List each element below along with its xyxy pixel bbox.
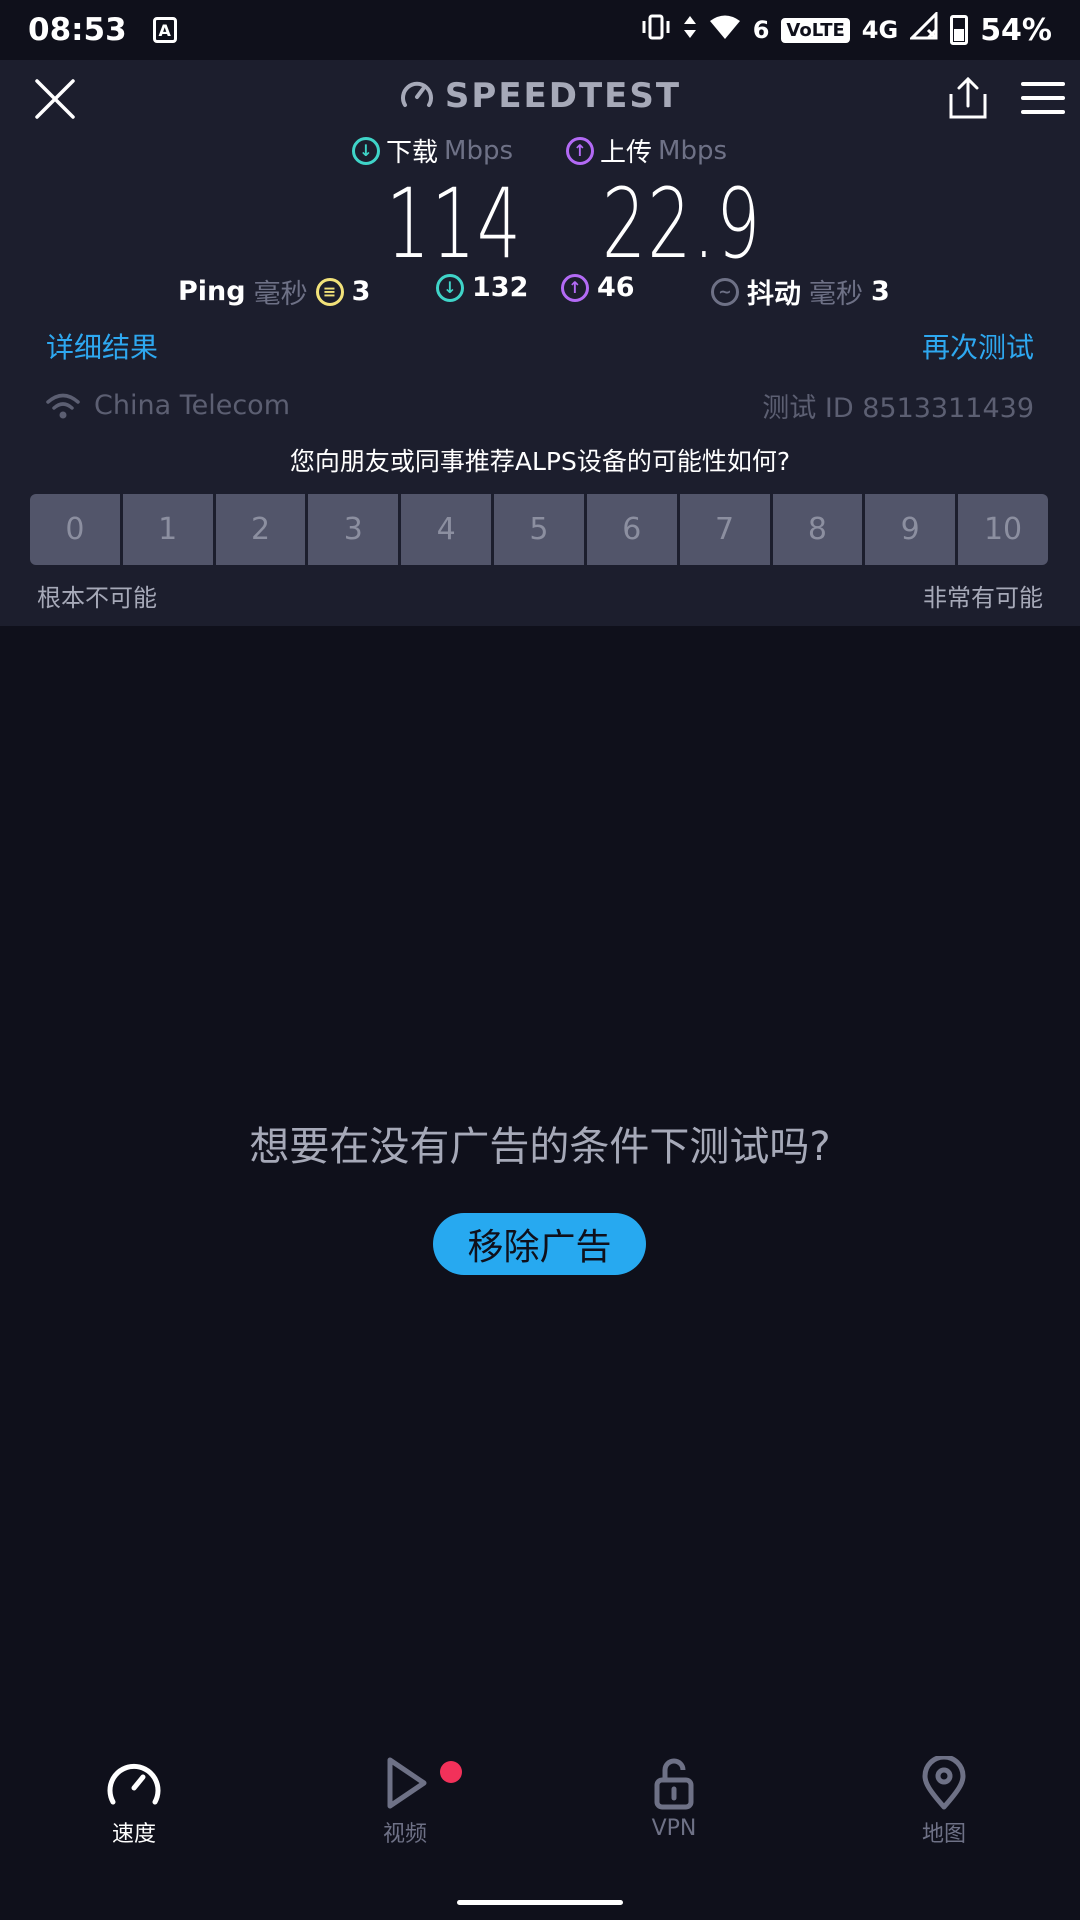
survey-question: 您向朋友或同事推荐ALPS设备的可能性如何? [289, 447, 791, 476]
connection-info: China Telecom 测试 ID 8513311439 [46, 386, 1034, 425]
signal-small-label: 6 [752, 16, 770, 44]
brand-text: SPEEDTEST [444, 76, 682, 116]
remove-ads-button[interactable]: 移除广告 [433, 1213, 646, 1275]
notification-a-icon: A [152, 17, 177, 43]
share-button[interactable] [948, 76, 988, 120]
nps-option-3[interactable]: 3 [308, 494, 399, 565]
result-panel: SPEEDTEST ↓ 下载 Mbps ↑ 上传 Mbps 114 22.9 P… [0, 60, 1080, 626]
volte-badge: VoLTE [781, 17, 850, 43]
jitter-stat: ~ 抖动 毫秒 3 [711, 272, 890, 311]
menu-icon [1021, 82, 1065, 86]
nps-option-8[interactable]: 8 [772, 494, 863, 565]
nps-option-2[interactable]: 2 [215, 494, 306, 565]
wifi-icon [709, 13, 741, 48]
upload-icon: ↑ [566, 136, 594, 165]
download-ping-stat: ↓ 132 [436, 272, 528, 303]
nps-option-0[interactable]: 0 [30, 494, 120, 565]
test-id: 测试 ID 8513311439 [762, 393, 1034, 424]
nav-speed[interactable]: 速度 [34, 1756, 234, 1848]
vibrate-icon [641, 13, 671, 48]
video-notification-badge [440, 1761, 462, 1783]
speedometer-icon [400, 81, 433, 107]
play-icon [387, 1757, 427, 1809]
download-icon: ↓ [436, 273, 464, 302]
cell-signal-icon [908, 10, 938, 48]
status-icons: 6 VoLTE 4G 54% [641, 10, 1052, 48]
upload-label: ↑ 上传 Mbps [566, 132, 727, 169]
speedometer-icon [107, 1763, 161, 1805]
upload-icon: ↑ [561, 273, 589, 302]
nps-high-label: 非常有可能 [923, 584, 1043, 612]
nps-low-label: 根本不可能 [37, 584, 157, 612]
nps-option-1[interactable]: 1 [122, 494, 213, 565]
home-indicator[interactable] [457, 1900, 623, 1905]
unlock-icon [654, 1758, 694, 1810]
bottom-nav: 速度 视频 VPN 地图 [0, 1756, 1080, 1886]
download-value: 114 [386, 168, 523, 280]
latency-stats: Ping 毫秒 ≡ 3 ↓ 132 ↑ 46 ~ 抖动 毫秒 3 [0, 272, 1080, 312]
ping-stat: Ping 毫秒 ≡ 3 [178, 276, 371, 310]
nav-speed-label: 速度 [111, 1822, 156, 1847]
download-label: ↓ 下载 Mbps [352, 132, 513, 169]
battery-icon [950, 15, 969, 45]
status-bar: 08:53 A 6 VoLTE 4G 54% [0, 0, 1080, 60]
nav-vpn-label: VPN [651, 1816, 697, 1841]
download-icon: ↓ [352, 136, 380, 165]
nav-vpn[interactable]: VPN [574, 1756, 774, 1841]
data-arrows-icon [683, 13, 697, 48]
map-pin-icon [922, 1756, 966, 1810]
nav-map[interactable]: 地图 [844, 1756, 1044, 1848]
upload-ping-stat: ↑ 46 [561, 272, 635, 303]
brand-title: SPEEDTEST [0, 76, 1080, 116]
jitter-icon: ~ [711, 277, 739, 306]
result-links: 详细结果 再次测试 [46, 326, 1034, 366]
details-link[interactable]: 详细结果 [46, 326, 158, 366]
nav-video[interactable]: 视频 [305, 1756, 505, 1848]
status-time: 08:53 [28, 12, 127, 48]
menu-button[interactable] [1021, 82, 1065, 114]
ping-icon: ≡ [315, 277, 344, 306]
nps-option-6[interactable]: 6 [586, 494, 677, 565]
nps-option-9[interactable]: 9 [865, 494, 956, 565]
share-icon [949, 76, 987, 119]
nps-scale: 0 1 2 3 4 5 6 7 8 9 10 [30, 494, 1048, 565]
nps-option-5[interactable]: 5 [494, 494, 584, 565]
nps-option-7[interactable]: 7 [679, 494, 770, 565]
isp-name: China Telecom [94, 390, 291, 421]
nav-video-label: 视频 [382, 1822, 427, 1847]
nps-option-4[interactable]: 4 [401, 494, 492, 565]
upload-value: 22.9 [602, 168, 762, 280]
battery-percent: 54% [980, 12, 1052, 48]
isp-info: China Telecom [46, 390, 290, 421]
ad-free-question: 想要在没有广告的条件下测试吗? [249, 1124, 831, 1170]
nps-option-10[interactable]: 10 [958, 494, 1048, 565]
wifi-icon [46, 393, 80, 418]
retest-link[interactable]: 再次测试 [922, 326, 1034, 366]
network-type: 4G [861, 16, 899, 44]
nps-scale-labels: 根本不可能 非常有可能 [37, 578, 1043, 613]
nav-map-label: 地图 [921, 1822, 966, 1847]
